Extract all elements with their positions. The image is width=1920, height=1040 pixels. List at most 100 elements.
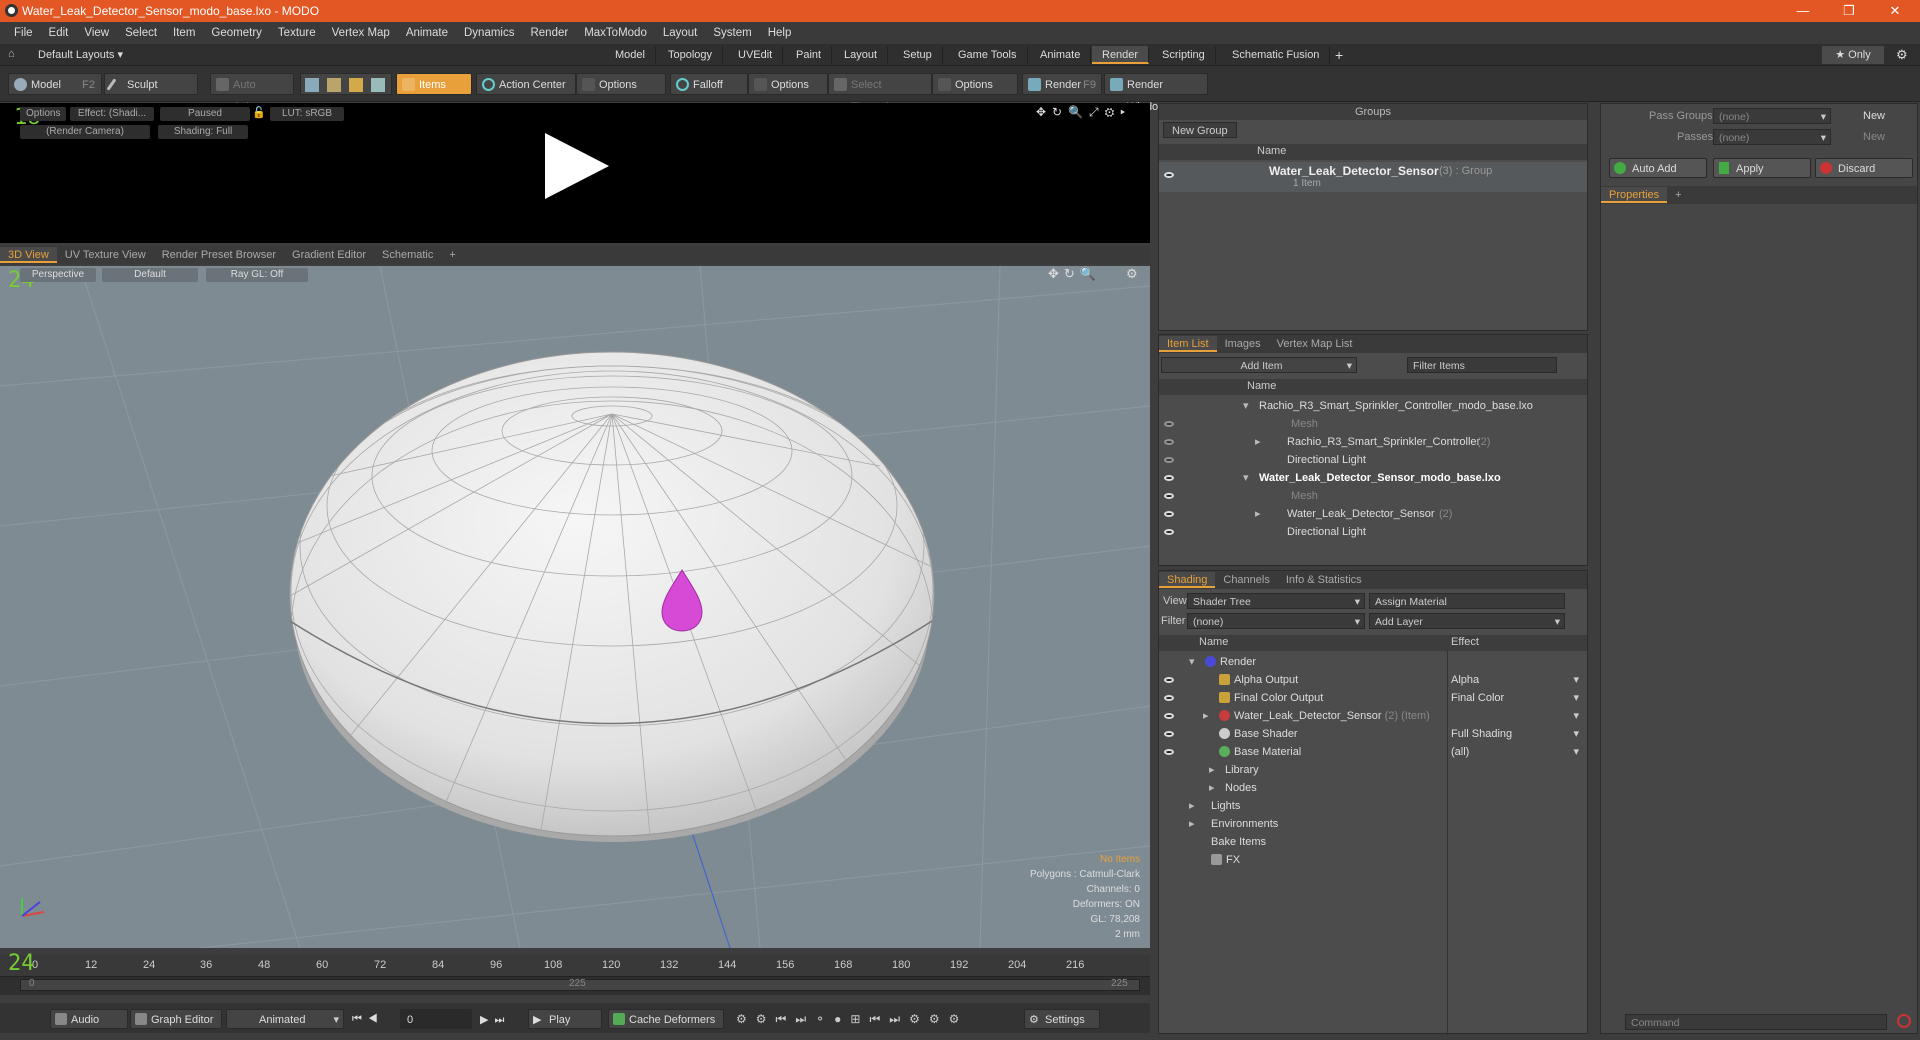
render-options-button[interactable]: Options [20,107,66,121]
tab-shading[interactable]: Shading [1159,572,1216,588]
visibility-eye-icon[interactable] [1164,731,1174,737]
keyframe-controls[interactable]: ⚙⚙⏮⏭⚬●⊞⏮⏭⚙⚙⚙ [736,1012,968,1027]
menu-help[interactable]: Help [768,27,792,39]
item-row[interactable]: ▾ Rachio_R3_Smart_Sprinkler_Controller_mo… [1159,397,1587,415]
tab-channels[interactable]: Channels [1215,572,1277,588]
menu-animate[interactable]: Animate [406,27,448,39]
menu-maxtomodo[interactable]: MaxToModo [584,27,647,39]
menu-vertex-map[interactable]: Vertex Map [332,27,390,39]
edge-mode-icon[interactable] [327,78,341,92]
playback-prev-controls[interactable]: ⏮◀ [352,1013,384,1026]
menu-edit[interactable]: Edit [49,27,69,39]
timeline-ruler[interactable]: 0 12 24 36 48 60 72 84 96 108 120 132 14… [0,955,1150,977]
timeline-range-bar[interactable]: 0 225 225 [20,978,1140,991]
falloff-options-button[interactable]: Options [748,73,828,95]
play-button[interactable]: ▶ Play [528,1009,602,1029]
tab-schematic-fusion[interactable]: Schematic Fusion [1222,46,1331,64]
tab-images[interactable]: Images [1217,336,1269,352]
viewport-nav-controls[interactable]: ✥↻🔍 [1048,266,1101,282]
add-properties-tab-button[interactable]: + [1667,187,1689,203]
shading-dropdown[interactable]: Shading: Full [158,125,248,139]
add-tab-button[interactable]: + [1335,47,1343,63]
menu-texture[interactable]: Texture [278,27,316,39]
tab-vertex-map-list[interactable]: Vertex Map List [1269,336,1361,352]
minimize-button[interactable]: — [1780,0,1826,22]
menu-file[interactable]: File [14,27,33,39]
visibility-eye-icon[interactable] [1164,493,1174,499]
visibility-eye-icon[interactable] [1164,172,1174,178]
filter-dropdown[interactable]: (none) [1187,613,1365,630]
render-window-button[interactable]: Render Window [1104,73,1208,113]
visibility-eye-icon[interactable] [1164,511,1174,517]
sculpt-button[interactable]: Sculpt [104,73,198,95]
current-frame-field[interactable]: 0 [400,1009,472,1029]
menu-item[interactable]: Item [173,27,195,39]
tab-topology[interactable]: Topology [658,46,724,64]
default-layouts-dropdown[interactable]: Default Layouts ▾ [38,48,123,61]
tab-scripting[interactable]: Scripting [1152,46,1216,64]
tab-uv-texture-view[interactable]: UV Texture View [57,247,154,263]
shader-row[interactable]: ▸ Water_Leak_Detector_Sensor (2) (Item) [1159,707,1587,725]
timeline[interactable]: 0 12 24 36 48 60 72 84 96 108 120 132 14… [0,951,1150,995]
select-through-button[interactable]: Select Through [828,73,932,113]
visibility-eye-icon[interactable] [1164,749,1174,755]
add-view-tab-button[interactable]: + [441,247,463,263]
falloff-button[interactable]: Falloff [670,73,748,95]
play-render-icon[interactable] [545,133,609,199]
auto-select-button[interactable]: Auto Select [210,73,294,113]
paused-toggle[interactable]: Paused [160,107,250,121]
visibility-eye-icon[interactable] [1164,677,1174,683]
render-button[interactable]: Render F9 [1022,73,1102,95]
menu-select[interactable]: Select [125,27,157,39]
visibility-eye-icon[interactable] [1164,421,1174,427]
action-center-options-button[interactable]: Options [576,73,666,95]
menu-system[interactable]: System [713,27,751,39]
shader-row[interactable]: ▸ Nodes [1159,779,1587,797]
menu-view[interactable]: View [84,27,109,39]
add-item-dropdown[interactable]: Add Item [1161,357,1357,374]
raygl-dropdown[interactable]: Ray GL: Off [206,268,308,282]
new-pass-button[interactable]: New [1863,131,1885,143]
menu-dynamics[interactable]: Dynamics [464,27,514,39]
maximize-button[interactable]: ❐ [1826,0,1872,22]
shader-tree-dropdown[interactable]: Shader Tree [1187,593,1365,610]
item-row[interactable]: Mesh [1159,487,1587,505]
new-group-button[interactable]: New Group [1163,122,1237,138]
tab-render[interactable]: Render [1092,46,1150,64]
tab-info-statistics[interactable]: Info & Statistics [1278,572,1370,588]
material-mode-icon[interactable] [371,78,385,92]
pass-groups-dropdown[interactable]: (none) [1713,108,1831,125]
command-input[interactable]: Command [1625,1014,1887,1030]
item-row[interactable]: ▸ Water_Leak_Detector_Sensor (2) [1159,505,1587,523]
playback-next-controls[interactable]: ▶⏭ [480,1013,510,1027]
viewport-settings-icon[interactable]: ⚙ [1126,266,1138,282]
visibility-eye-icon[interactable] [1164,695,1174,701]
filter-items-input[interactable]: Filter Items [1407,357,1557,373]
polygon-mode-icon[interactable] [349,78,363,92]
cache-deformers-button[interactable]: Cache Deformers [608,1009,724,1029]
water-leak-sensor-body[interactable] [289,351,935,837]
shader-row[interactable]: FX [1159,851,1587,869]
shader-row[interactable]: ▸ Environments [1159,815,1587,833]
passes-dropdown[interactable]: (none) [1713,129,1831,146]
tab-schematic[interactable]: Schematic [374,247,441,263]
shader-row[interactable]: Final Color Output Final Color [1159,689,1587,707]
tab-layout[interactable]: Layout [834,46,889,64]
menu-layout[interactable]: Layout [663,27,698,39]
tab-model[interactable]: Model [605,46,656,64]
discard-button[interactable]: Discard [1815,158,1913,178]
graph-editor-button[interactable]: Graph Editor [130,1009,222,1029]
audio-button[interactable]: Audio [50,1009,128,1029]
model-mode-button[interactable]: Model F2 [8,73,102,95]
tab-setup[interactable]: Setup [893,46,943,64]
tab-paint[interactable]: Paint [786,46,833,64]
3d-viewport[interactable]: 24 Perspective Default Ray GL: Off ✥↻🔍 ⚙… [0,266,1150,948]
render-view-controls[interactable]: ✥↻🔍⤢⚙▸ [1036,105,1131,120]
tab-item-list[interactable]: Item List [1159,336,1217,352]
visibility-eye-icon[interactable] [1164,457,1174,463]
shader-row[interactable]: Base Shader Full Shading [1159,725,1587,743]
close-button[interactable]: ✕ [1872,0,1918,22]
camera-dropdown[interactable]: (Render Camera) [20,125,150,139]
default-style-dropdown[interactable]: Default [102,268,198,282]
action-center-button[interactable]: Action Center [476,73,576,95]
